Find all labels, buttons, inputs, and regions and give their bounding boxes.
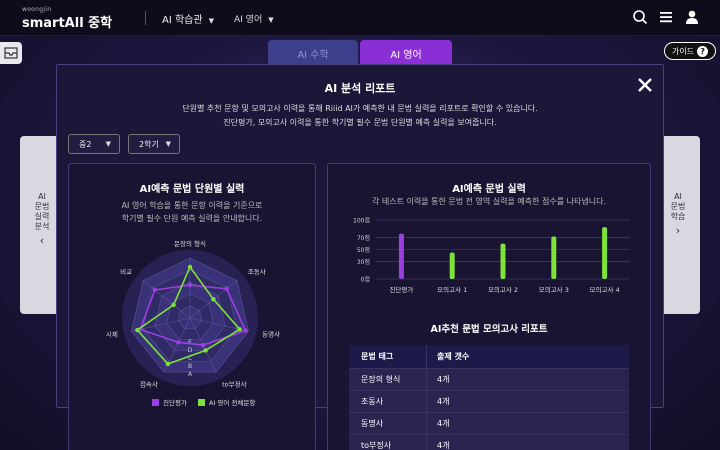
table-cell-tag: 조동사 (349, 391, 427, 412)
table-cell-tag: to부정사 (349, 435, 427, 450)
table-cell-count: 4개 (437, 397, 450, 406)
table-header-row: 문법 태그 출제 갯수 (349, 345, 629, 369)
bar-category-label: 모의고사 2 (488, 285, 518, 294)
table-title: AI추천 문법 모의고사 리포트 (430, 324, 548, 335)
bar (602, 227, 608, 279)
table-row: 동명사 4개 (349, 413, 629, 435)
table-row: 문장의 형식 4개 (349, 369, 629, 391)
bar-category-label: 모의고사 1 (437, 285, 467, 294)
bar (500, 243, 506, 279)
bar-category-label: 모의고사 4 (590, 285, 620, 294)
table-cell-tag: 동명사 (349, 413, 427, 434)
bar (449, 252, 455, 279)
bar (398, 233, 404, 279)
table-header-cell: 문법 태그 (349, 345, 427, 368)
table-cell-tag: 문장의 형식 (349, 369, 427, 390)
table-cell-count: 4개 (437, 441, 450, 450)
table-row: to부정사 4개 (349, 435, 629, 450)
bar-category-label: 진단평가 (389, 285, 413, 294)
bar-ytick-label: 50점 (357, 247, 370, 254)
table-header-cell: 출제 갯수 (437, 352, 470, 361)
table-row: 조동사 4개 (349, 391, 629, 413)
bar (551, 236, 557, 279)
bar-ytick-label: 100점 (353, 218, 370, 225)
bar-ytick-label: 70점 (357, 235, 370, 242)
bar-ytick-label: 0점 (361, 277, 370, 284)
table-cell-count: 4개 (437, 375, 450, 384)
bar-category-label: 모의고사 3 (539, 285, 569, 294)
report-table: 문법 태그 출제 갯수 문장의 형식 4개 조동사 4개 동명사 4개 to부정사 4개 (349, 345, 629, 450)
table-cell-count: 4개 (437, 419, 450, 428)
bar-ytick-label: 30점 (357, 259, 370, 266)
